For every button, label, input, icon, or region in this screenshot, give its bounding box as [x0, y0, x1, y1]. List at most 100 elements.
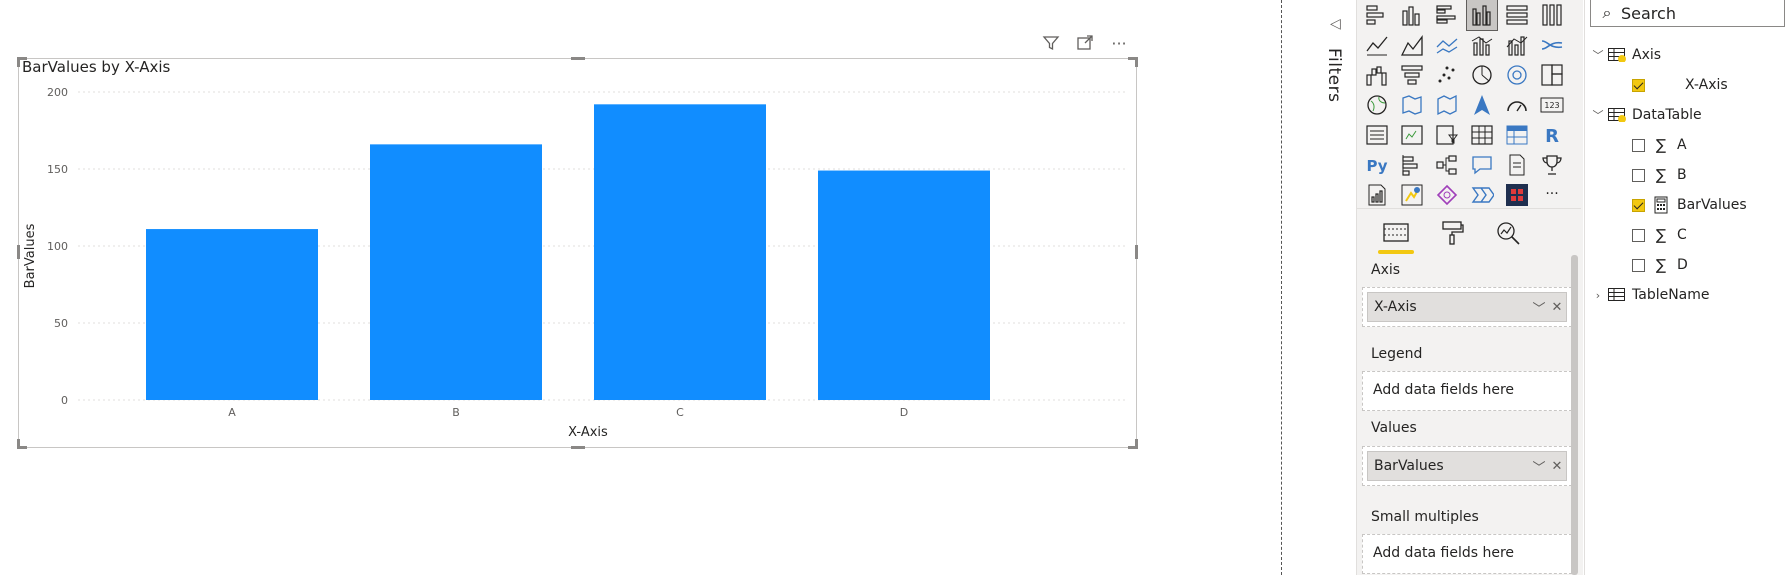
python-visual-icon[interactable]: Py [1362, 150, 1392, 180]
field-checkbox[interactable] [1632, 78, 1645, 92]
visual-type-gallery: 123 R Py ··· [1362, 0, 1567, 210]
x-tick-label: B [452, 406, 460, 419]
filters-label[interactable]: Filters [1324, 48, 1344, 102]
smart-narrative-icon[interactable] [1502, 150, 1532, 180]
x-tick-label: C [676, 406, 684, 419]
sum-icon: ∑ [1655, 256, 1667, 274]
gauge-icon[interactable] [1502, 90, 1532, 120]
chevron-down-icon[interactable]: ﹀ [1592, 107, 1604, 123]
ribbon-chart-icon[interactable] [1537, 30, 1567, 60]
small-multiples-well[interactable]: Add data fields here [1362, 534, 1572, 574]
fields-search-box[interactable]: ⌕ [1590, 0, 1785, 27]
axis-well[interactable]: X-Axis ﹀ ✕ [1362, 287, 1572, 327]
100-stacked-bar-chart-icon[interactable] [1502, 0, 1532, 30]
get-more-visuals-icon[interactable] [1467, 180, 1497, 210]
chevron-down-icon[interactable]: ﹀ [1530, 457, 1548, 476]
table-axis[interactable]: ﹀ Axis [1592, 44, 1662, 66]
table-datatable[interactable]: ﹀ DataTable [1592, 104, 1702, 126]
sum-icon: ∑ [1655, 136, 1667, 154]
field-b[interactable]: ∑ B [1632, 164, 1687, 186]
matrix-icon[interactable] [1502, 120, 1532, 150]
y-tick-label: 100 [47, 240, 68, 253]
donut-chart-icon[interactable] [1502, 60, 1532, 90]
field-x-axis[interactable]: X-Axis [1632, 74, 1728, 96]
bar-chart: 0 50 100 150 200 A B C D X-Axis BarValues [23, 86, 1127, 440]
stacked-bar-chart-icon[interactable] [1362, 0, 1392, 30]
sum-icon: ∑ [1655, 166, 1667, 184]
chevron-right-icon[interactable]: › [1592, 289, 1604, 302]
waterfall-chart-icon[interactable] [1362, 60, 1392, 90]
kpi-icon[interactable] [1397, 120, 1427, 150]
custom-visual-icon[interactable] [1502, 180, 1532, 210]
clustered-bar-chart-icon[interactable] [1432, 0, 1462, 30]
values-field-pill[interactable]: BarValues ﹀ ✕ [1367, 451, 1567, 481]
key-influencers-icon[interactable] [1397, 150, 1427, 180]
line-stacked-column-icon[interactable] [1502, 30, 1532, 60]
fields-tab-icon[interactable] [1378, 216, 1414, 254]
table-tablename[interactable]: › TableName [1592, 284, 1710, 306]
visualizations-scrollbar[interactable] [1571, 255, 1578, 575]
field-checkbox[interactable] [1632, 198, 1645, 212]
slicer-icon[interactable] [1432, 120, 1462, 150]
more-visuals-icon[interactable]: ··· [1537, 180, 1567, 210]
stacked-column-chart-icon[interactable] [1397, 0, 1427, 30]
legend-well[interactable]: Add data fields here [1362, 371, 1572, 411]
filled-map-icon[interactable] [1397, 90, 1427, 120]
map-icon[interactable] [1362, 90, 1392, 120]
resize-handle-bottom[interactable] [571, 446, 585, 449]
remove-field-icon[interactable]: ✕ [1548, 300, 1566, 315]
field-checkbox[interactable] [1632, 258, 1645, 272]
more-options-icon[interactable]: ··· [1106, 32, 1132, 54]
r-visual-icon[interactable]: R [1537, 120, 1567, 150]
resize-handle-right[interactable] [1135, 245, 1138, 259]
multi-row-card-icon[interactable] [1362, 120, 1392, 150]
field-barvalues[interactable]: BarValues [1632, 194, 1747, 216]
y-tick-label: 0 [61, 394, 68, 407]
axis-field-pill[interactable]: X-Axis ﹀ ✕ [1367, 292, 1567, 322]
small-multiples-well-label: Small multiples [1371, 509, 1479, 525]
chevron-down-icon[interactable]: ﹀ [1592, 47, 1604, 63]
x-axis-title: X-Axis [568, 425, 608, 440]
paginated-report-icon[interactable] [1362, 180, 1392, 210]
power-apps-icon[interactable] [1397, 180, 1427, 210]
clustered-column-chart-icon[interactable] [1466, 0, 1498, 31]
field-checkbox[interactable] [1632, 168, 1645, 182]
area-chart-icon[interactable] [1397, 30, 1427, 60]
card-icon[interactable]: 123 [1537, 90, 1567, 120]
decomposition-tree-icon[interactable] [1432, 150, 1462, 180]
y-tick-label: 150 [47, 163, 68, 176]
format-tab-icon[interactable] [1434, 216, 1470, 250]
focus-mode-icon[interactable] [1072, 32, 1098, 54]
trophy-icon[interactable] [1537, 150, 1567, 180]
field-a[interactable]: ∑ A [1632, 134, 1687, 156]
treemap-icon[interactable] [1537, 60, 1567, 90]
x-tick-label: D [900, 406, 908, 419]
power-automate-icon[interactable] [1432, 180, 1462, 210]
100-stacked-column-chart-icon[interactable] [1537, 0, 1567, 30]
values-well[interactable]: BarValues ﹀ ✕ [1362, 446, 1572, 486]
y-tick-label: 50 [54, 317, 68, 330]
shape-map-icon[interactable] [1432, 90, 1462, 120]
line-chart-icon[interactable] [1362, 30, 1392, 60]
search-input[interactable] [1619, 2, 1773, 24]
sum-icon: ∑ [1655, 226, 1667, 244]
expand-filters-icon[interactable]: ◁ [1330, 16, 1341, 32]
stacked-area-chart-icon[interactable] [1432, 30, 1462, 60]
values-well-label: Values [1371, 420, 1417, 436]
line-clustered-column-icon[interactable] [1467, 30, 1497, 60]
field-checkbox[interactable] [1632, 228, 1645, 242]
remove-field-icon[interactable]: ✕ [1548, 459, 1566, 474]
analytics-tab-icon[interactable] [1490, 216, 1526, 250]
field-c[interactable]: ∑ C [1632, 224, 1687, 246]
qa-icon[interactable] [1467, 150, 1497, 180]
chevron-down-icon[interactable]: ﹀ [1530, 298, 1548, 317]
pie-chart-icon[interactable] [1467, 60, 1497, 90]
filter-icon[interactable] [1038, 32, 1064, 54]
funnel-icon[interactable] [1397, 60, 1427, 90]
field-checkbox[interactable] [1632, 138, 1645, 152]
table-icon [1608, 288, 1625, 301]
table-icon[interactable] [1467, 120, 1497, 150]
field-d[interactable]: ∑ D [1632, 254, 1688, 276]
scatter-chart-icon[interactable] [1432, 60, 1462, 90]
azure-map-icon[interactable] [1467, 90, 1497, 120]
